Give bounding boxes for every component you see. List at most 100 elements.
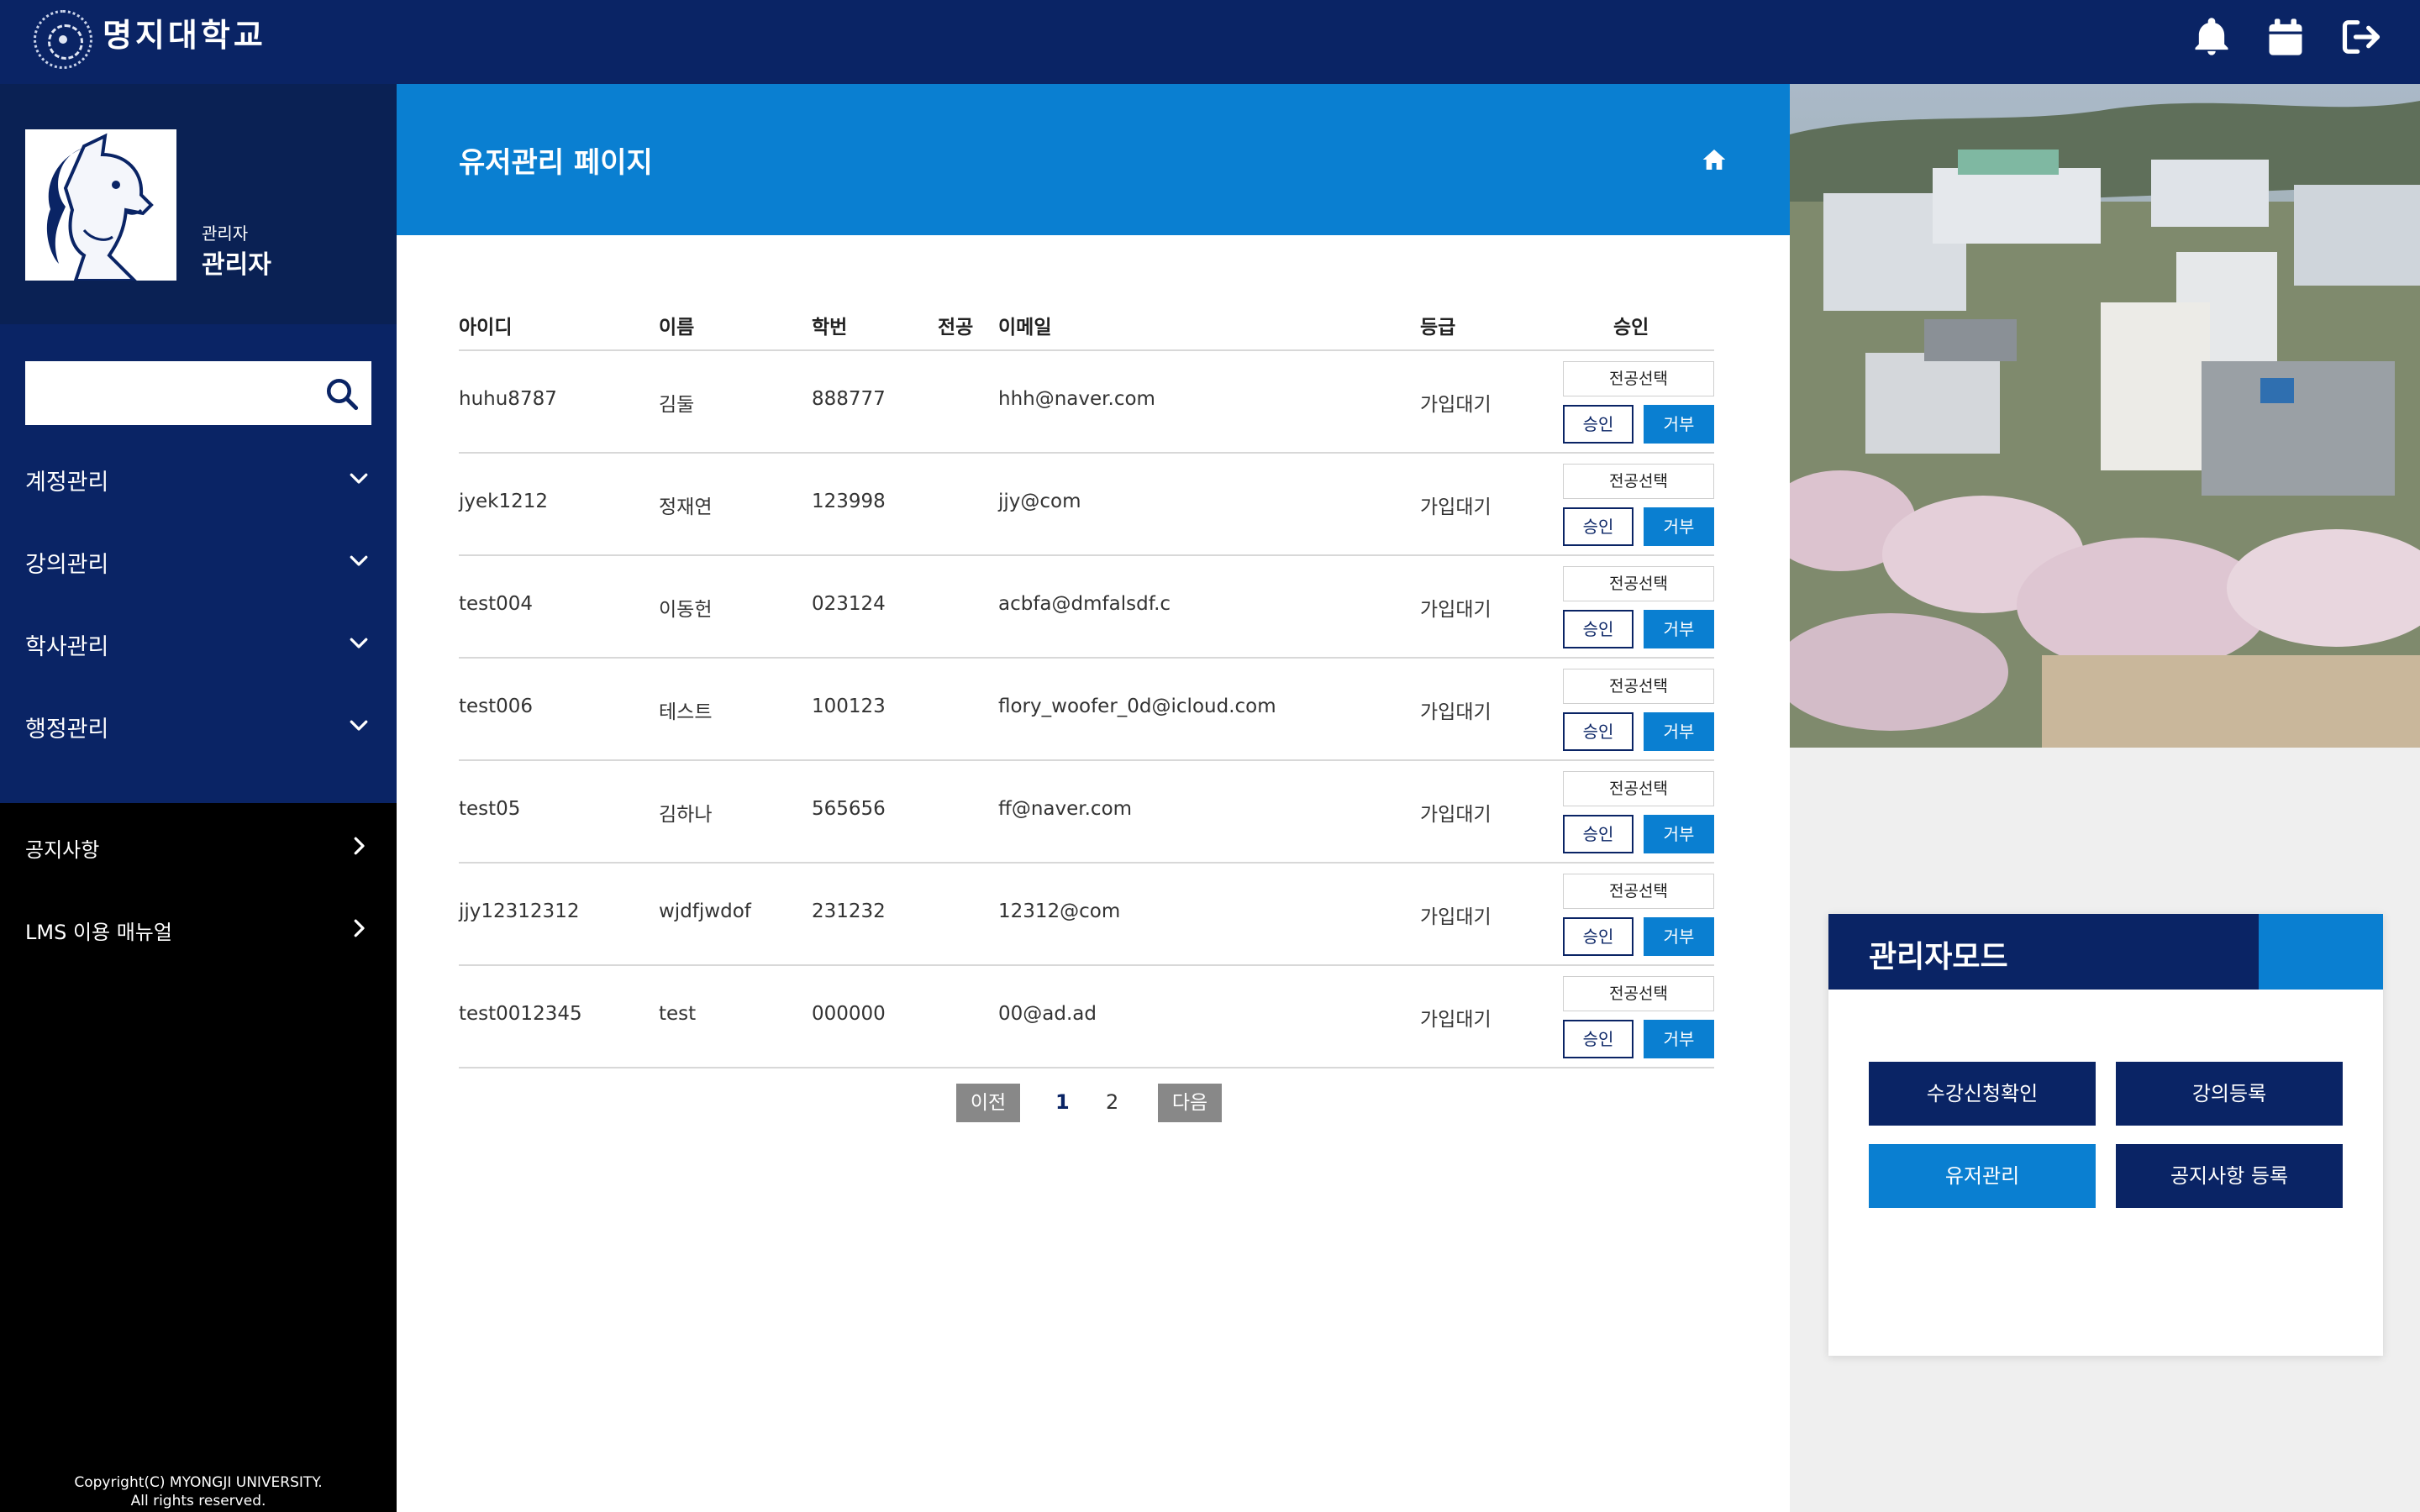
approve-button[interactable]: 승인 <box>1563 917 1634 956</box>
divider <box>459 1067 1714 1068</box>
cell-grade: 가입대기 <box>1420 1009 1491 1031</box>
copyright-line: Copyright(C) MYONGJI UNIVERSITY. <box>74 1474 323 1491</box>
cell-name: 정재연 <box>659 496 713 518</box>
page-number[interactable]: 2 <box>1106 1090 1118 1114</box>
cell-grade: 가입대기 <box>1420 906 1491 928</box>
major-select-button[interactable]: 전공선택 <box>1563 976 1714 1011</box>
brand-title[interactable]: 명지대학교 <box>103 15 266 55</box>
table-row: test006 테스트 100123 flory_woofer_0d@iclou… <box>459 659 1714 761</box>
major-select-button[interactable]: 전공선택 <box>1563 464 1714 499</box>
reject-button[interactable]: 거부 <box>1644 917 1714 956</box>
campus-photo <box>1790 84 2420 748</box>
reject-button[interactable]: 거부 <box>1644 610 1714 648</box>
cell-student-no: 231232 <box>812 900 886 922</box>
cell-student-no: 565656 <box>812 798 886 820</box>
reject-button[interactable]: 거부 <box>1644 815 1714 853</box>
enrollment-check-button[interactable]: 수강신청확인 <box>1869 1062 2096 1126</box>
page-number-current[interactable]: 1 <box>1055 1090 1070 1114</box>
approve-button[interactable]: 승인 <box>1563 712 1634 751</box>
sidebar-item-academic[interactable]: 학사관리 <box>0 603 397 685</box>
cell-student-no: 888777 <box>812 388 886 410</box>
notice-register-button[interactable]: 공지사항 등록 <box>2116 1144 2343 1208</box>
column-header-student-no: 학번 <box>812 317 848 339</box>
column-header-grade: 등급 <box>1420 317 1456 339</box>
university-logo-icon[interactable] <box>34 10 92 69</box>
home-icon[interactable] <box>1701 146 1728 173</box>
cell-student-no: 123998 <box>812 491 886 512</box>
cell-student-no: 100123 <box>812 696 886 717</box>
column-header-name: 이름 <box>659 317 695 339</box>
prev-page-button[interactable]: 이전 <box>956 1084 1020 1122</box>
profile-panel: 관리자 관리자 <box>0 84 397 324</box>
reject-button[interactable]: 거부 <box>1644 507 1714 546</box>
sidebar: 관리자 관리자 계정관리 강의관리 학사관리 행정관리 공지사항 LMS 이용 … <box>0 84 397 1512</box>
user-name: 관리자 <box>202 250 271 280</box>
cell-id: jjy12312312 <box>459 900 580 922</box>
chevron-right-icon <box>354 919 365 937</box>
approve-button[interactable]: 승인 <box>1563 1020 1634 1058</box>
reject-button[interactable]: 거부 <box>1644 712 1714 751</box>
table-row: jjy12312312 wjdfjwdof 231232 12312@com 가… <box>459 864 1714 966</box>
user-management-button[interactable]: 유저관리 <box>1869 1144 2096 1208</box>
search-icon[interactable] <box>324 376 360 412</box>
sidebar-link-manual[interactable]: LMS 이용 매뉴얼 <box>0 887 397 969</box>
approve-button[interactable]: 승인 <box>1563 507 1634 546</box>
cell-student-no: 023124 <box>812 593 886 615</box>
page-title: 유저관리 페이지 <box>459 146 653 180</box>
pagination: 이전 1 2 다음 <box>397 1084 1652 1126</box>
sidebar-link-notice[interactable]: 공지사항 <box>0 805 397 887</box>
cell-email: 00@ad.ad <box>998 1003 1097 1025</box>
copyright: Copyright(C) MYONGJI UNIVERSITY. All rig… <box>0 1473 397 1510</box>
sidebar-link-label: 공지사항 <box>25 838 100 862</box>
cell-id: test006 <box>459 696 534 717</box>
table-row: test004 이동헌 023124 acbfa@dmfalsdf.c 가입대기… <box>459 556 1714 659</box>
cell-id: test0012345 <box>459 1003 582 1025</box>
logout-icon[interactable] <box>2339 15 2383 59</box>
mascot-image <box>25 129 176 281</box>
sidebar-item-admin[interactable]: 행정관리 <box>0 685 397 768</box>
cell-email: hhh@naver.com <box>998 388 1155 410</box>
role-caption: 관리자 <box>202 223 249 244</box>
chevron-right-icon <box>354 837 365 855</box>
approve-button[interactable]: 승인 <box>1563 405 1634 444</box>
cell-id: test05 <box>459 798 521 820</box>
table-row: jyek1212 정재연 123998 jjy@com 가입대기 전공선택 승인… <box>459 454 1714 556</box>
major-select-button[interactable]: 전공선택 <box>1563 566 1714 601</box>
approve-button[interactable]: 승인 <box>1563 610 1634 648</box>
major-select-button[interactable]: 전공선택 <box>1563 361 1714 396</box>
cell-email: jjy@com <box>998 491 1081 512</box>
calendar-icon[interactable] <box>2264 15 2307 59</box>
cell-grade: 가입대기 <box>1420 394 1491 416</box>
cell-grade: 가입대기 <box>1420 701 1491 723</box>
sidebar-item-label: 행정관리 <box>25 717 109 743</box>
cell-email: acbfa@dmfalsdf.c <box>998 593 1171 615</box>
search-input[interactable] <box>25 361 311 425</box>
column-header-email: 이메일 <box>998 317 1052 339</box>
major-select-button[interactable]: 전공선택 <box>1563 669 1714 704</box>
cell-email: 12312@com <box>998 900 1121 922</box>
chevron-down-icon <box>350 473 368 484</box>
approve-button[interactable]: 승인 <box>1563 815 1634 853</box>
sidebar-item-account[interactable]: 계정관리 <box>0 438 397 521</box>
major-select-button[interactable]: 전공선택 <box>1563 771 1714 806</box>
cell-name: test <box>659 1003 697 1025</box>
bell-icon[interactable] <box>2190 15 2233 59</box>
sidebar-item-label: 강의관리 <box>25 552 109 578</box>
chevron-down-icon <box>350 720 368 731</box>
sidebar-item-lecture[interactable]: 강의관리 <box>0 521 397 603</box>
cell-email: ff@naver.com <box>998 798 1133 820</box>
major-select-button[interactable]: 전공선택 <box>1563 874 1714 909</box>
chevron-down-icon <box>350 638 368 648</box>
reject-button[interactable]: 거부 <box>1644 405 1714 444</box>
sidebar-item-label: 계정관리 <box>25 470 109 496</box>
cell-name: 이동헌 <box>659 599 713 621</box>
cell-name: 김하나 <box>659 804 713 826</box>
cell-name: wjdfjwdof <box>659 900 751 922</box>
reject-button[interactable]: 거부 <box>1644 1020 1714 1058</box>
table-row: test05 김하나 565656 ff@naver.com 가입대기 전공선택… <box>459 761 1714 864</box>
cell-grade: 가입대기 <box>1420 599 1491 621</box>
cell-id: test004 <box>459 593 534 615</box>
lecture-register-button[interactable]: 강의등록 <box>2116 1062 2343 1126</box>
table-row: huhu8787 김둘 888777 hhh@naver.com 가입대기 전공… <box>459 351 1714 454</box>
next-page-button[interactable]: 다음 <box>1158 1084 1222 1122</box>
